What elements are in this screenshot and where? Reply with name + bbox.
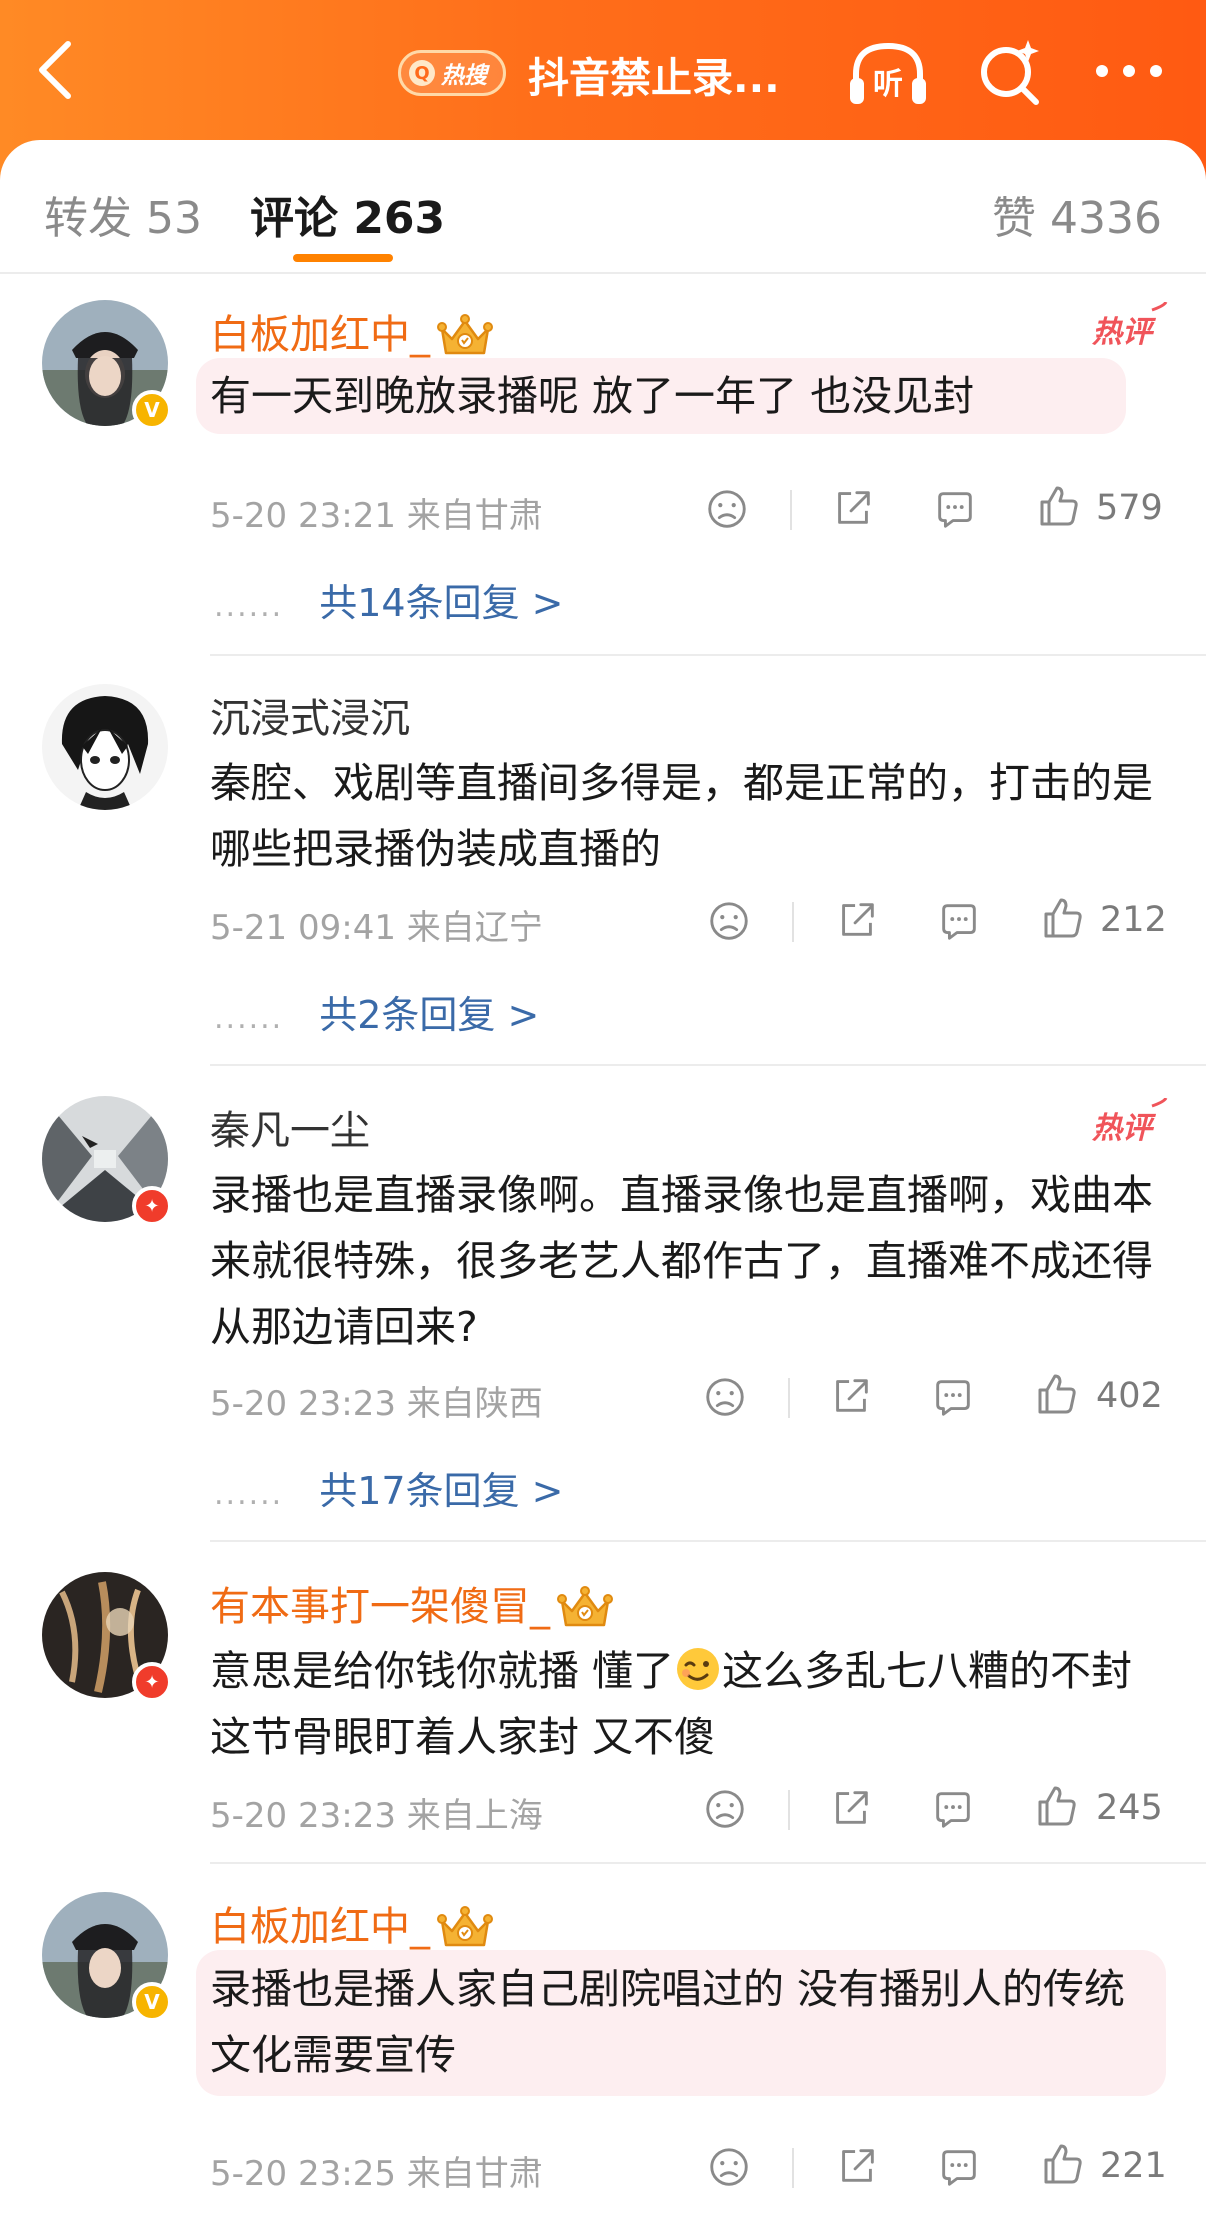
comment-icon[interactable] [930, 1786, 976, 1832]
avatar[interactable]: V [42, 1892, 172, 2022]
comment-icon[interactable] [936, 2144, 982, 2190]
comment-icon[interactable] [936, 898, 982, 944]
divider [792, 902, 794, 942]
comment-actions: 221 [0, 2138, 1206, 2198]
like-icon[interactable] [1038, 2140, 1086, 2188]
comment-icon[interactable] [930, 1374, 976, 1420]
tab-likes[interactable]: 赞 4336 [992, 182, 1162, 246]
replies-label: 共14条回复 > [319, 581, 564, 625]
like-icon[interactable] [1038, 894, 1086, 942]
avatar[interactable]: ✦ [42, 1096, 172, 1226]
hot-search-badge-label: 热搜 [441, 63, 487, 89]
divider [788, 1378, 790, 1418]
crown-icon [436, 313, 494, 361]
divider [210, 654, 1206, 656]
sunshine-badge: ✦ [132, 1186, 172, 1226]
avatar-image [42, 684, 168, 810]
comment-username[interactable]: 秦凡一尘 [210, 1098, 370, 1156]
reply-dots: ...... [214, 1001, 284, 1036]
hot-search-badge[interactable]: Q 热搜 [398, 50, 506, 96]
view-replies-link[interactable]: ...... 共14条回复 > [214, 572, 564, 627]
comment-actions: 245 [0, 1780, 1206, 1840]
divider [790, 490, 792, 530]
divider [210, 1540, 1206, 1542]
comment-icon[interactable] [932, 486, 978, 532]
crown-icon [436, 1905, 494, 1953]
divider [792, 2148, 794, 2188]
page-title: 抖音禁止录... [528, 54, 780, 102]
share-icon[interactable] [828, 1784, 874, 1830]
dislike-icon[interactable] [702, 1786, 748, 1832]
replies-label: 共2条回复 > [319, 993, 540, 1037]
comment-text: 录播也是直播录像啊。直播录像也是直播啊，戏曲本来就很特殊，很多老艺人都作古了，直… [210, 1171, 1153, 1351]
tab-active-indicator [293, 254, 393, 262]
like-icon[interactable] [1032, 1782, 1080, 1830]
sunshine-badge: ✦ [132, 1662, 172, 1702]
comment-username[interactable]: 沉浸式浸沉 [210, 686, 410, 744]
like-icon[interactable] [1032, 1370, 1080, 1418]
crown-icon [556, 1585, 614, 1633]
tab-comments[interactable]: 评论 263 [250, 182, 445, 246]
search-small-icon: Q [409, 60, 435, 86]
more-icon[interactable] [1094, 58, 1164, 84]
comment-text: 录播也是播人家自己剧院唱过的 没有播别人的传统文化需要宣传 [210, 1965, 1126, 2079]
view-replies-link[interactable]: ...... 共17条回复 > [214, 1460, 564, 1515]
divider [210, 1862, 1206, 1864]
dislike-icon[interactable] [704, 486, 750, 532]
share-icon[interactable] [834, 2142, 880, 2188]
replies-label: 共17条回复 > [319, 1469, 564, 1513]
dislike-icon[interactable] [702, 1374, 748, 1420]
hot-comment-tag [1090, 302, 1170, 354]
like-count: 212 [1100, 900, 1167, 940]
chevron-left-icon[interactable] [30, 38, 80, 102]
share-icon[interactable] [830, 484, 876, 530]
divider [788, 1790, 790, 1830]
dislike-icon[interactable] [706, 2144, 752, 2190]
tab-bar: 转发 53 评论 263 赞 4336 [0, 140, 1206, 274]
avatar[interactable] [42, 684, 168, 810]
share-icon[interactable] [828, 1372, 874, 1418]
comment-text: 秦腔、戏剧等直播间多得是，都是正常的，打击的是哪些把录播伪装成直播的 [210, 759, 1153, 873]
hot-comment-tag [1090, 1098, 1170, 1150]
like-count: 221 [1100, 2146, 1167, 2186]
view-replies-link[interactable]: ...... 共2条回复 > [214, 984, 539, 1039]
like-count: 245 [1096, 1788, 1163, 1828]
wink-emoji-icon [677, 1648, 720, 1690]
comment-actions: 579 [0, 480, 1206, 540]
avatar[interactable]: ✦ [42, 1572, 172, 1702]
comment-text: 有一天到晚放录播呢 放了一年了 也没见封 [210, 372, 975, 420]
like-icon[interactable] [1034, 482, 1082, 530]
comment-actions: 402 [0, 1368, 1206, 1428]
dislike-icon[interactable] [706, 898, 752, 944]
avatar[interactable]: V [42, 300, 172, 430]
comment-username[interactable]: 有本事打一架傻冒_ [210, 1574, 614, 1633]
comment-text: 意思是给你钱你就播 懂了 这么多乱七八糟的不封这节骨眼盯着人家封 又不傻 [210, 1647, 1133, 1761]
comment-username[interactable]: 白板加红中_ [210, 302, 494, 361]
search-icon[interactable] [976, 36, 1044, 106]
verified-badge: V [132, 1982, 172, 2022]
reply-dots: ...... [214, 1477, 284, 1512]
verified-badge: V [132, 390, 172, 430]
tab-reposts[interactable]: 转发 53 [44, 182, 202, 246]
divider [210, 1064, 1206, 1066]
comment-username[interactable]: 白板加红中_ [210, 1894, 494, 1953]
headphones-icon[interactable]: 听 [846, 38, 930, 108]
like-count: 402 [1096, 1376, 1163, 1416]
comment-actions: 212 [0, 892, 1206, 952]
reply-dots: ...... [214, 589, 284, 624]
like-count: 579 [1096, 488, 1163, 528]
listen-label: 听 [873, 67, 903, 102]
share-icon[interactable] [834, 896, 880, 942]
